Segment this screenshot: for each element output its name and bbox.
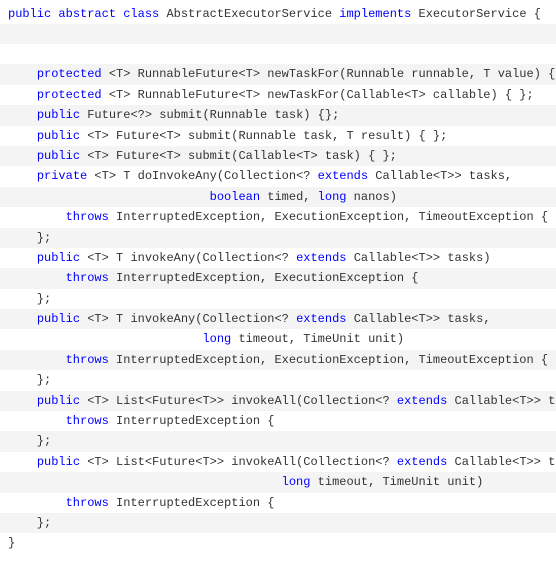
- keyword-throws: throws: [66, 271, 109, 285]
- code-line: public Future<?> submit(Runnable task) {…: [0, 105, 556, 125]
- keyword-public: public: [37, 149, 80, 163]
- code-line: public <T> List<Future<T>> invokeAll(Col…: [0, 391, 556, 411]
- method-signature: <T> T doInvokeAny(Collection<?: [87, 169, 317, 183]
- closing-brace: };: [8, 516, 51, 530]
- keyword-class: class: [123, 7, 159, 21]
- code-line: public <T> Future<T> submit(Callable<T> …: [0, 146, 556, 166]
- keyword-throws: throws: [66, 496, 109, 510]
- keyword-throws: throws: [66, 210, 109, 224]
- method-signature: <T> Future<T> submit(Callable<T> task) {…: [80, 149, 397, 163]
- keyword-protected: protected: [37, 67, 102, 81]
- closing-brace: };: [8, 231, 51, 245]
- closing-brace: };: [8, 292, 51, 306]
- keyword-extends: extends: [296, 251, 346, 265]
- keyword-public: public: [8, 7, 51, 21]
- class-name: AbstractExecutorService: [159, 7, 339, 21]
- code-line: };: [0, 513, 556, 533]
- keyword-extends: extends: [318, 169, 368, 183]
- code-line: throws InterruptedException, ExecutionEx…: [0, 350, 556, 370]
- method-signature: <T> T invokeAny(Collection<?: [80, 312, 296, 326]
- method-signature: Future<?> submit(Runnable task) {};: [80, 108, 339, 122]
- method-signature: <T> RunnableFuture<T> newTaskFor(Runnabl…: [102, 67, 556, 81]
- code-line: }: [0, 533, 556, 553]
- code-line: long timeout, TimeUnit unit): [0, 329, 556, 349]
- keyword-long: long: [318, 190, 347, 204]
- keyword-public: public: [37, 394, 80, 408]
- throws-clause: InterruptedException, ExecutionException…: [109, 271, 419, 285]
- closing-brace: };: [8, 373, 51, 387]
- keyword-throws: throws: [66, 353, 109, 367]
- code-line: public <T> T invokeAny(Collection<? exte…: [0, 309, 556, 329]
- keyword-boolean: boolean: [210, 190, 260, 204]
- keyword-extends: extends: [397, 394, 447, 408]
- throws-clause: InterruptedException {: [109, 496, 275, 510]
- method-signature: <T> List<Future<T>> invokeAll(Collection…: [80, 394, 397, 408]
- code-line: boolean timed, long nanos): [0, 187, 556, 207]
- code-block: public abstract class AbstractExecutorSe…: [0, 4, 556, 554]
- keyword-public: public: [37, 455, 80, 469]
- closing-brace: }: [8, 536, 15, 550]
- code-line: protected <T> RunnableFuture<T> newTaskF…: [0, 85, 556, 105]
- keyword-implements: implements: [339, 7, 411, 21]
- keyword-protected: protected: [37, 88, 102, 102]
- keyword-extends: extends: [296, 312, 346, 326]
- throws-clause: InterruptedException {: [109, 414, 275, 428]
- code-line: };: [0, 431, 556, 451]
- blank-line: [0, 24, 556, 44]
- code-line: public <T> T invokeAny(Collection<? exte…: [0, 248, 556, 268]
- keyword-long: long: [202, 332, 231, 346]
- code-line: long timeout, TimeUnit unit): [0, 472, 556, 492]
- code-line: public <T> List<Future<T>> invokeAll(Col…: [0, 452, 556, 472]
- code-line: public <T> Future<T> submit(Runnable tas…: [0, 126, 556, 146]
- code-line: };: [0, 289, 556, 309]
- keyword-long: long: [282, 475, 311, 489]
- throws-clause: InterruptedException, ExecutionException…: [109, 353, 548, 367]
- keyword-public: public: [37, 129, 80, 143]
- keyword-public: public: [37, 108, 80, 122]
- method-signature: <T> RunnableFuture<T> newTaskFor(Callabl…: [102, 88, 534, 102]
- method-signature: <T> Future<T> submit(Runnable task, T re…: [80, 129, 447, 143]
- code-line: };: [0, 228, 556, 248]
- method-signature: <T> List<Future<T>> invokeAll(Collection…: [80, 455, 397, 469]
- closing-brace: };: [8, 434, 51, 448]
- keyword-extends: extends: [397, 455, 447, 469]
- code-line: public abstract class AbstractExecutorSe…: [0, 4, 556, 24]
- code-line: throws InterruptedException, ExecutionEx…: [0, 268, 556, 288]
- code-line: throws InterruptedException {: [0, 493, 556, 513]
- keyword-public: public: [37, 251, 80, 265]
- code-line: private <T> T doInvokeAny(Collection<? e…: [0, 166, 556, 186]
- blank-line: [0, 44, 556, 64]
- interface-name: ExecutorService {: [411, 7, 541, 21]
- code-line: protected <T> RunnableFuture<T> newTaskF…: [0, 64, 556, 84]
- code-line: throws InterruptedException, ExecutionEx…: [0, 207, 556, 227]
- code-line: };: [0, 370, 556, 390]
- keyword-abstract: abstract: [58, 7, 116, 21]
- method-signature: <T> T invokeAny(Collection<?: [80, 251, 296, 265]
- keyword-private: private: [37, 169, 87, 183]
- throws-clause: InterruptedException, ExecutionException…: [109, 210, 548, 224]
- keyword-throws: throws: [66, 414, 109, 428]
- keyword-public: public: [37, 312, 80, 326]
- code-line: throws InterruptedException {: [0, 411, 556, 431]
